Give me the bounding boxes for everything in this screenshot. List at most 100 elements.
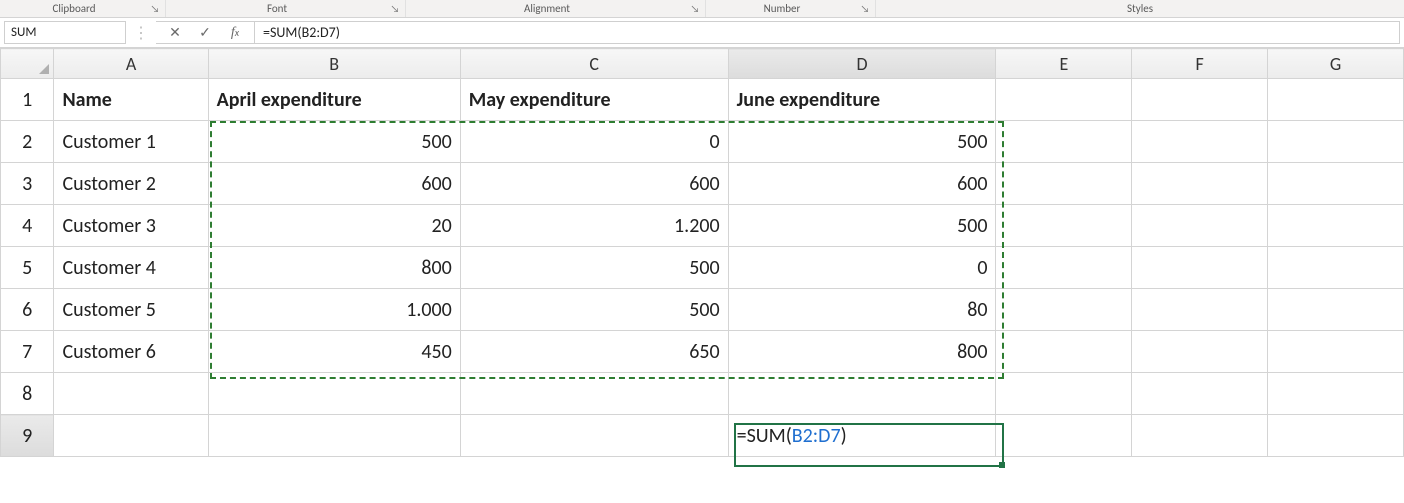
cell[interactable]: 1.000 [208,289,460,331]
cell[interactable] [1132,289,1268,331]
cell[interactable] [460,373,728,415]
cell[interactable]: Customer 2 [54,163,208,205]
cell[interactable] [996,289,1132,331]
cell[interactable] [460,415,728,457]
cell[interactable] [1268,79,1404,121]
cell[interactable] [996,163,1132,205]
cell[interactable] [1268,121,1404,163]
cell[interactable] [728,373,996,415]
cell[interactable] [996,373,1132,415]
cell[interactable]: 500 [460,247,728,289]
ribbon-group-label: Clipboard [0,2,148,15]
cell[interactable] [1268,205,1404,247]
row-header[interactable]: 3 [1,163,54,205]
cell[interactable]: 600 [460,163,728,205]
row-header[interactable]: 4 [1,205,54,247]
cell[interactable]: 20 [208,205,460,247]
table-header-cell[interactable]: Name [54,79,208,121]
cell[interactable] [1132,163,1268,205]
row-header[interactable]: 5 [1,247,54,289]
column-header[interactable]: B [208,49,460,79]
ribbon-group-label: Number [706,2,858,15]
row-header[interactable]: 2 [1,121,54,163]
row-header[interactable]: 8 [1,373,54,415]
cell[interactable]: Customer 4 [54,247,208,289]
cell[interactable]: 500 [728,121,996,163]
table-row: 7 Customer 6 450 650 800 [1,331,1404,373]
enter-icon[interactable]: ✓ [196,24,214,41]
insert-function-icon[interactable]: fx [226,25,244,41]
cell[interactable]: 450 [208,331,460,373]
cell[interactable] [1132,331,1268,373]
cancel-icon[interactable]: ✕ [166,24,184,41]
ribbon-group-number: Number ↘ [706,0,876,17]
cell[interactable] [1268,373,1404,415]
column-header[interactable]: D [728,49,996,79]
table-row: 6 Customer 5 1.000 500 80 [1,289,1404,331]
cell[interactable] [1132,247,1268,289]
select-all-corner[interactable] [1,49,54,79]
cell[interactable]: 1.200 [460,205,728,247]
cell[interactable] [1268,289,1404,331]
cell[interactable] [54,373,208,415]
formula-text: ) [841,424,847,448]
column-header[interactable]: F [1132,49,1268,79]
cell[interactable] [208,415,460,457]
spreadsheet-grid[interactable]: A B C D E F G 1 Name April expenditure M… [0,48,1404,457]
cell[interactable] [1268,331,1404,373]
row-header[interactable]: 9 [1,415,54,457]
cell[interactable]: Customer 6 [54,331,208,373]
cell[interactable]: Customer 5 [54,289,208,331]
table-header-cell[interactable]: May expenditure [460,79,728,121]
dialog-launcher-icon[interactable]: ↘ [148,2,162,16]
cell[interactable] [1268,163,1404,205]
cell[interactable] [996,415,1132,457]
dialog-launcher-icon[interactable]: ↘ [858,2,872,16]
table-header-cell[interactable]: June expenditure [728,79,996,121]
ribbon-group-label: Font [166,2,388,15]
table-row: 2 Customer 1 500 0 500 [1,121,1404,163]
row-header[interactable]: 6 [1,289,54,331]
cell[interactable]: 500 [460,289,728,331]
formula-input[interactable] [255,21,1400,44]
table-header-cell[interactable]: April expenditure [208,79,460,121]
cell[interactable] [996,331,1132,373]
cell[interactable]: Customer 1 [54,121,208,163]
cell[interactable] [1132,121,1268,163]
cell[interactable]: 650 [460,331,728,373]
name-box[interactable]: ▾ [4,21,126,44]
active-cell[interactable]: =SUM(B2:D7) [728,415,996,457]
cell[interactable]: 600 [728,163,996,205]
cell[interactable] [208,373,460,415]
ribbon-group-label: Styles [876,2,1404,15]
row-header[interactable]: 7 [1,331,54,373]
row-header[interactable]: 1 [1,79,54,121]
cell[interactable]: 600 [208,163,460,205]
column-header[interactable]: E [996,49,1132,79]
cell[interactable] [1268,247,1404,289]
cell[interactable]: 500 [728,205,996,247]
cell[interactable] [996,79,1132,121]
dialog-launcher-icon[interactable]: ↘ [688,2,702,16]
cell[interactable] [996,247,1132,289]
cell[interactable] [1268,415,1404,457]
cell[interactable]: Customer 3 [54,205,208,247]
column-header[interactable]: C [460,49,728,79]
cell[interactable]: 800 [208,247,460,289]
cell[interactable] [1132,415,1268,457]
column-header[interactable]: G [1268,49,1404,79]
ribbon-group-alignment: Alignment ↘ [406,0,706,17]
cell[interactable] [1132,79,1268,121]
cell[interactable]: 0 [460,121,728,163]
cell[interactable] [1132,373,1268,415]
cell[interactable]: 500 [208,121,460,163]
cell[interactable] [54,415,208,457]
cell[interactable] [1132,205,1268,247]
column-header[interactable]: A [54,49,208,79]
cell[interactable] [996,121,1132,163]
cell[interactable]: 0 [728,247,996,289]
cell[interactable]: 800 [728,331,996,373]
cell[interactable]: 80 [728,289,996,331]
dialog-launcher-icon[interactable]: ↘ [388,2,402,16]
cell[interactable] [996,205,1132,247]
